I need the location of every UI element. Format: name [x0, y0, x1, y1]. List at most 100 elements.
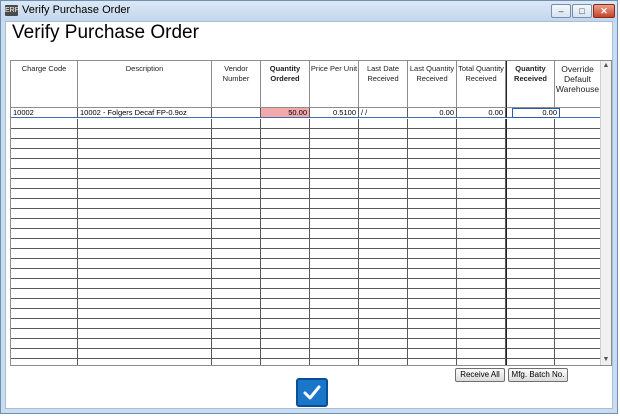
table-cell-empty[interactable] — [359, 269, 408, 279]
table-cell-empty[interactable] — [359, 359, 408, 365]
cell-charge-code[interactable]: 10002 — [11, 108, 78, 118]
table-row-empty[interactable] — [11, 349, 601, 359]
table-cell-empty[interactable] — [457, 199, 506, 209]
table-cell-empty[interactable] — [408, 339, 457, 349]
table-cell-empty[interactable] — [359, 199, 408, 209]
cell-last-quantity-received[interactable]: 0.00 — [408, 108, 457, 118]
table-cell-empty[interactable] — [261, 309, 310, 319]
table-cell-empty[interactable] — [78, 309, 212, 319]
table-cell-empty[interactable] — [11, 219, 78, 229]
table-cell-empty[interactable] — [11, 349, 78, 359]
table-cell-empty[interactable] — [212, 169, 261, 179]
table-cell-empty[interactable] — [261, 229, 310, 239]
table-cell-empty[interactable] — [408, 219, 457, 229]
table-cell-empty[interactable] — [359, 169, 408, 179]
table-cell-empty[interactable] — [11, 339, 78, 349]
table-row-empty[interactable] — [11, 119, 601, 129]
table-cell-empty[interactable] — [212, 219, 261, 229]
table-cell-empty[interactable] — [310, 169, 359, 179]
table-cell-empty[interactable] — [408, 329, 457, 339]
table-cell-empty[interactable] — [11, 279, 78, 289]
table-cell-empty[interactable] — [555, 119, 601, 129]
table-cell-empty[interactable] — [310, 309, 359, 319]
table-cell-empty[interactable] — [457, 239, 506, 249]
table-cell-empty[interactable] — [555, 189, 601, 199]
table-cell-empty[interactable] — [310, 279, 359, 289]
column-header-last-quantity-received[interactable]: Last Quantity Received — [408, 61, 457, 108]
table-cell-empty[interactable] — [457, 289, 506, 299]
table-cell-empty[interactable] — [310, 269, 359, 279]
table-cell-empty[interactable] — [457, 279, 506, 289]
table-row-empty[interactable] — [11, 189, 601, 199]
table-cell-empty[interactable] — [261, 199, 310, 209]
table-cell-empty[interactable] — [11, 259, 78, 269]
table-cell-empty[interactable] — [310, 229, 359, 239]
table-cell-empty[interactable] — [408, 359, 457, 365]
table-cell-empty[interactable] — [408, 269, 457, 279]
table-cell-empty[interactable] — [359, 119, 408, 129]
table-cell-empty[interactable] — [457, 209, 506, 219]
table-cell-empty[interactable] — [310, 139, 359, 149]
table-cell-empty[interactable] — [506, 179, 555, 189]
table-cell-empty[interactable] — [506, 319, 555, 329]
column-header-quantity-received[interactable]: Quantity Received — [506, 61, 555, 108]
table-cell-empty[interactable] — [359, 229, 408, 239]
table-cell-empty[interactable] — [506, 159, 555, 169]
cell-total-quantity-received[interactable]: 0.00 — [457, 108, 506, 118]
table-cell-empty[interactable] — [457, 159, 506, 169]
table-cell-empty[interactable] — [408, 179, 457, 189]
table-cell-empty[interactable] — [261, 289, 310, 299]
table-cell-empty[interactable] — [408, 259, 457, 269]
table-cell-empty[interactable] — [11, 149, 78, 159]
table-cell-empty[interactable] — [261, 159, 310, 169]
table-cell-empty[interactable] — [408, 279, 457, 289]
table-cell-empty[interactable] — [261, 169, 310, 179]
table-cell-empty[interactable] — [310, 149, 359, 159]
table-cell-empty[interactable] — [555, 309, 601, 319]
table-cell-empty[interactable] — [506, 269, 555, 279]
table-cell-empty[interactable] — [78, 249, 212, 259]
table-cell-empty[interactable] — [212, 229, 261, 239]
table-cell-empty[interactable] — [212, 209, 261, 219]
table-cell-empty[interactable] — [457, 139, 506, 149]
table-cell-empty[interactable] — [11, 309, 78, 319]
table-cell-empty[interactable] — [310, 329, 359, 339]
receive-all-button[interactable]: Receive All — [455, 368, 505, 382]
table-cell-empty[interactable] — [261, 239, 310, 249]
table-cell-empty[interactable] — [310, 349, 359, 359]
table-cell-empty[interactable] — [359, 149, 408, 159]
table-cell-empty[interactable] — [310, 319, 359, 329]
table-cell-empty[interactable] — [261, 319, 310, 329]
table-cell-empty[interactable] — [457, 179, 506, 189]
table-cell-empty[interactable] — [11, 209, 78, 219]
cell-override-default-warehouse[interactable] — [555, 108, 601, 118]
table-row-empty[interactable] — [11, 149, 601, 159]
table-row-empty[interactable] — [11, 159, 601, 169]
table-cell-empty[interactable] — [506, 359, 555, 365]
table-row-empty[interactable] — [11, 309, 601, 319]
column-header-price-per-unit[interactable]: Price Per Unit — [310, 61, 359, 108]
table-cell-empty[interactable] — [457, 169, 506, 179]
table-cell-empty[interactable] — [261, 209, 310, 219]
table-cell-empty[interactable] — [310, 179, 359, 189]
table-cell-empty[interactable] — [78, 189, 212, 199]
table-cell-empty[interactable] — [555, 359, 601, 365]
table-cell-empty[interactable] — [555, 289, 601, 299]
table-cell-empty[interactable] — [457, 189, 506, 199]
table-cell-empty[interactable] — [11, 329, 78, 339]
table-cell-empty[interactable] — [359, 239, 408, 249]
table-cell-empty[interactable] — [310, 189, 359, 199]
cell-vendor-number[interactable] — [212, 108, 261, 118]
table-cell-empty[interactable] — [359, 299, 408, 309]
table-cell-empty[interactable] — [212, 269, 261, 279]
table-cell-empty[interactable] — [506, 279, 555, 289]
table-cell-empty[interactable] — [11, 269, 78, 279]
table-cell-empty[interactable] — [212, 299, 261, 309]
table-cell-empty[interactable] — [212, 309, 261, 319]
table-cell-empty[interactable] — [408, 189, 457, 199]
scroll-down-arrow-icon[interactable]: ▼ — [601, 355, 611, 365]
table-cell-empty[interactable] — [261, 189, 310, 199]
table-cell-empty[interactable] — [506, 329, 555, 339]
table-cell-empty[interactable] — [506, 209, 555, 219]
table-cell-empty[interactable] — [408, 169, 457, 179]
